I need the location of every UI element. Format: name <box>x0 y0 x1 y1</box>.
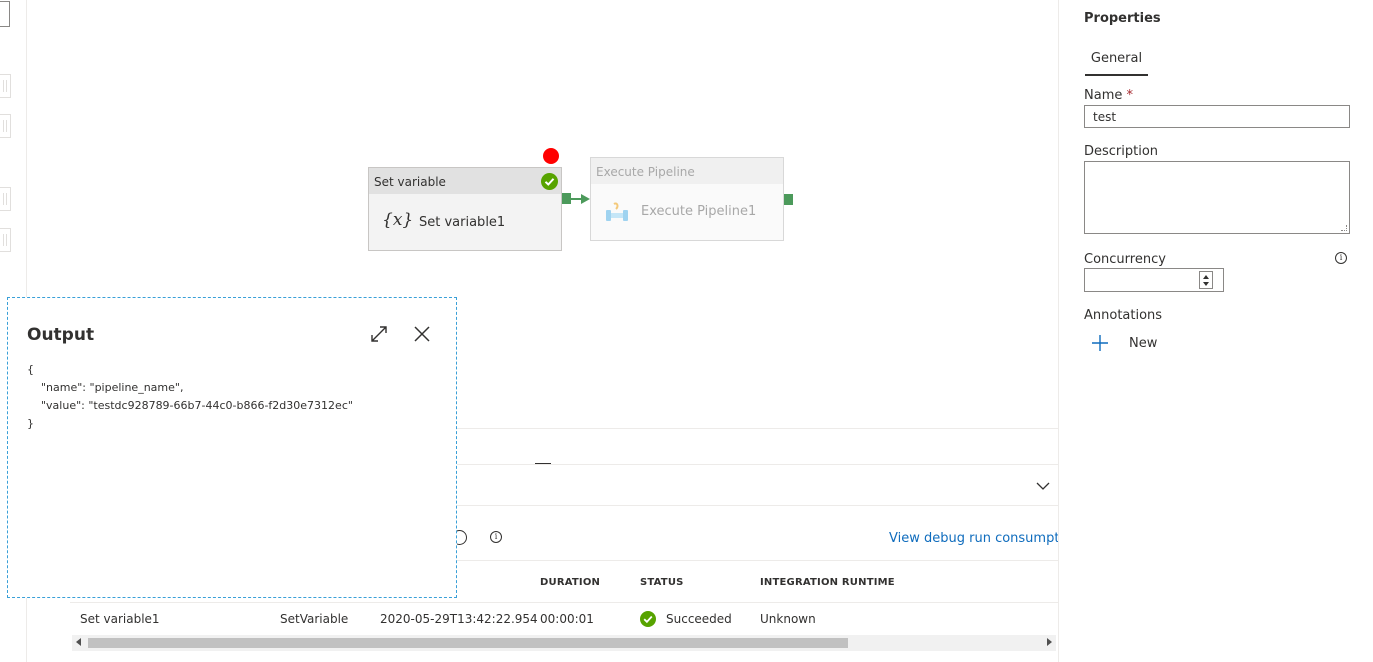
grip-handle-icon[interactable] <box>0 187 11 211</box>
activity-name: Execute Pipeline1 <box>641 204 757 219</box>
activity-set-variable[interactable]: Set variable {x} Set variable1 <box>368 167 562 251</box>
divider <box>70 602 1058 603</box>
info-icon[interactable]: i <box>1335 252 1347 264</box>
scroll-right-icon[interactable] <box>1047 638 1052 646</box>
grip-handle-icon[interactable] <box>0 74 11 98</box>
activity-execute-pipeline[interactable]: Execute Pipeline Execute Pipeline1 <box>590 157 784 241</box>
required-mark: * <box>1126 88 1134 103</box>
pipeline-editor: Set variable {x} Set variable1 Execute P… <box>0 0 1373 662</box>
cell-duration: 00:00:01 <box>540 612 594 626</box>
decrement-icon[interactable] <box>1203 282 1209 286</box>
connector-arrow-icon <box>581 194 590 204</box>
output-title: Output <box>27 325 95 345</box>
description-field[interactable] <box>1084 161 1350 234</box>
view-debug-run-consumption-link[interactable]: View debug run consumption <box>889 531 1058 546</box>
stepper-buttons[interactable] <box>1199 271 1213 289</box>
succeeded-icon <box>640 611 656 627</box>
concurrency-stepper[interactable] <box>1084 268 1224 292</box>
cell-status: Succeeded <box>666 612 732 626</box>
chevron-down-icon[interactable] <box>1035 478 1051 494</box>
scrollbar-thumb[interactable] <box>88 638 848 648</box>
plus-icon <box>1092 335 1108 351</box>
tab-general[interactable]: General <box>1085 43 1148 76</box>
success-check-icon <box>541 173 558 190</box>
activity-header: Set variable <box>369 168 561 194</box>
expand-icon[interactable] <box>369 324 389 344</box>
breakpoint-indicator[interactable] <box>543 148 559 164</box>
output-connector[interactable] <box>784 194 793 205</box>
cell-activity-type: SetVariable <box>280 612 349 626</box>
properties-panel: Properties General Name * Description Co… <box>1058 0 1373 662</box>
column-header-duration[interactable]: DURATION <box>540 577 600 588</box>
activity-name: Set variable1 <box>419 215 506 230</box>
name-field[interactable] <box>1084 105 1350 128</box>
activity-header: Execute Pipeline <box>591 158 783 184</box>
pipeline-icon <box>604 201 630 227</box>
grip-handle-icon[interactable] <box>0 228 11 252</box>
description-label: Description <box>1084 144 1159 159</box>
toolbar-search-box[interactable] <box>0 1 10 27</box>
scroll-left-icon[interactable] <box>76 638 81 646</box>
cell-integration-runtime: Unknown <box>760 612 816 626</box>
column-header-integration-runtime[interactable]: INTEGRATION RUNTIME <box>760 577 895 588</box>
new-label: New <box>1129 336 1158 351</box>
cell-run-start: 2020-05-29T13:42:22.954 <box>380 612 538 626</box>
output-json: { "name": "pipeline_name", "value": "tes… <box>27 363 353 430</box>
properties-title: Properties <box>1084 11 1161 26</box>
column-header-status[interactable]: STATUS <box>640 577 684 588</box>
increment-icon[interactable] <box>1203 275 1209 279</box>
close-icon[interactable] <box>412 324 432 344</box>
cell-activity-name[interactable]: Set variable1 <box>80 612 160 626</box>
grip-handle-icon[interactable] <box>0 114 11 138</box>
info-icon[interactable]: i <box>490 531 502 543</box>
concurrency-label: Concurrency <box>1084 252 1166 267</box>
output-dialog: Output { "name": "pipeline_name", "value… <box>7 297 457 598</box>
resize-grip-icon[interactable] <box>1341 225 1347 231</box>
variable-icon: {x} <box>382 210 414 230</box>
horizontal-scrollbar[interactable] <box>72 635 1056 651</box>
name-label: Name * <box>1084 88 1133 103</box>
annotations-label: Annotations <box>1084 308 1163 323</box>
output-connector[interactable] <box>562 193 571 204</box>
